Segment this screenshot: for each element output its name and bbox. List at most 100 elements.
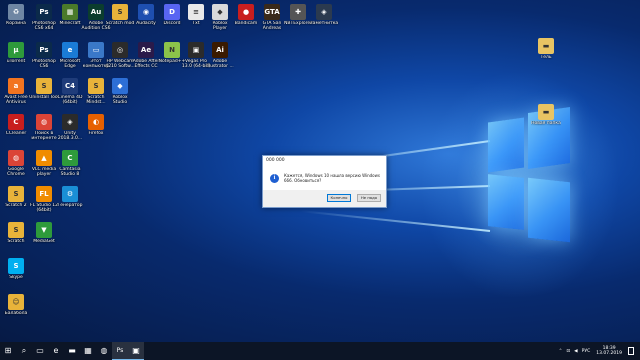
desktop-icon-label: Тель [540, 55, 552, 60]
edge-icon: e [62, 42, 78, 58]
desktop-icon[interactable]: ◐ Firefox [81, 112, 111, 150]
photoshop-taskbar-icon[interactable]: Ps [112, 342, 128, 360]
minecraft-icon: ▦ [62, 4, 78, 20]
desktop-icon[interactable]: ▼ MediaGet [29, 220, 59, 258]
chrome-taskbar-icon[interactable]: ◍ [96, 342, 112, 360]
start-icon[interactable]: ⊞ [0, 342, 16, 360]
flstudio-icon: FL [36, 186, 52, 202]
desktop-icon[interactable]: S Scratch [1, 220, 31, 258]
chrome-search-icon: ◍ [36, 114, 52, 130]
desktop-icon-label: Roblox Studio [112, 95, 128, 105]
file-explorer-icon[interactable]: ▬ [64, 342, 80, 360]
windows-logo-pane [528, 177, 570, 243]
desktop-icon[interactable]: a Avast Free Antivirus [1, 76, 31, 114]
unity-icon: ◈ [316, 4, 332, 20]
desktop-icon[interactable]: ◍ Google Chrome [1, 148, 31, 186]
chrome-icon: ◍ [8, 150, 24, 166]
desktop-icon[interactable]: µ uTorrent [1, 40, 31, 78]
gta-icon: GTA [264, 4, 280, 20]
desktop-icon[interactable]: ⚙ Генератор [55, 184, 85, 222]
dialog-title: 000 000 [263, 156, 386, 165]
desktop-icon[interactable]: S Skype [1, 256, 31, 294]
search-icon[interactable]: ⌕ [16, 342, 32, 360]
windows-logo-pane [488, 117, 524, 173]
desktop-icon-label: Camtasia Studio 8 [59, 167, 81, 177]
ccleaner-icon: C [8, 114, 24, 130]
update-dialog[interactable]: 000 000 i Кажется, Windows 10 нашла верс… [262, 155, 387, 208]
mediaget-icon: ▼ [36, 222, 52, 238]
desktop-icon[interactable]: ♻ Корзина [1, 2, 31, 40]
notification-icon[interactable] [628, 347, 634, 355]
cinema4d-icon: C4 [62, 78, 78, 94]
webcam-icon: ◎ [112, 42, 128, 58]
scratch-icon: S [8, 186, 24, 202]
photoshop-icon: Ps [36, 4, 52, 20]
desktop-icon[interactable]: ▬ Новая папка [531, 102, 561, 140]
vlc-icon: ▲ [36, 150, 52, 166]
desktop-icon[interactable]: ▬ Тель [531, 36, 561, 74]
language-indicator[interactable]: РУС [582, 349, 591, 354]
taskbar: ⊞ ⌕ ▭ e ▬ ▦ ◍ Ps ▣ ⌃ ⊡ ◀ РУС 18:39 13.07.2019 [0, 342, 640, 360]
desktop-icon-label: Firefox [88, 131, 104, 136]
firefox-icon: ◐ [88, 114, 104, 130]
desktop-icon-label: Генератор [57, 203, 83, 208]
desktop-icon-label: Новая папка [531, 121, 561, 126]
desktop-icon-label: Skype [9, 275, 23, 280]
generator-icon: ⚙ [62, 186, 78, 202]
text-file-icon: ≡ [188, 4, 204, 20]
roblox-icon: ◆ [212, 4, 228, 20]
clock-date: 13.07.2019 [596, 351, 622, 356]
desktop-icon[interactable]: C CCleaner [1, 112, 31, 150]
roblox-studio-icon: ◆ [112, 78, 128, 94]
dialog-message: Кажется, Windows 10 нашла версию Windows… [284, 173, 380, 183]
store-icon[interactable]: ▦ [80, 342, 96, 360]
system-tray: ⌃ ⊡ ◀ РУС 18:39 13.07.2019 [557, 342, 640, 360]
task-view-icon[interactable]: ▭ [32, 342, 48, 360]
desktop-icon-label: Avast Free Antivirus [4, 95, 28, 105]
scratch-icon: S [8, 222, 24, 238]
unity-icon: ◈ [62, 114, 78, 130]
desktop-icon-label: Scratch [7, 239, 25, 244]
scratch-mod-icon: S [112, 4, 128, 20]
show-hidden-icons-icon[interactable]: ⌃ [559, 349, 563, 354]
camtasia-icon: C [62, 150, 78, 166]
desktop-icon[interactable]: ◈ Заметнитка [309, 2, 339, 40]
desktop-icon[interactable]: Ai Adobe Illustrator ... [205, 40, 235, 78]
desktop-icon-label: Заметнитка [309, 21, 339, 26]
dialog-button-row: Конечно Не надо [263, 190, 386, 207]
bandicam-icon: ● [238, 4, 254, 20]
clock[interactable]: 18:39 13.07.2019 [594, 346, 624, 356]
skype-icon: S [8, 258, 24, 274]
uninstall-icon: S [36, 78, 52, 94]
desktop-icon-label: Балабола [4, 311, 28, 316]
after-effects-icon: Ae [138, 42, 154, 58]
desktop[interactable]: ♻ Корзина Ps Photoshop CS6 x64 ▦ Minecraft Au A… [0, 0, 640, 342]
photoshop-icon: Ps [36, 42, 52, 58]
computer-icon: ▭ [88, 42, 104, 58]
desktop-icon[interactable]: ◆ Roblox Studio [105, 76, 135, 114]
scratch-icon: S [88, 78, 104, 94]
network-icon[interactable]: ⊡ [566, 349, 570, 354]
desktop-icon[interactable]: C Camtasia Studio 8 [55, 148, 85, 186]
desktop-icon-label: Google Chrome [7, 167, 25, 177]
windows-logo-pane [488, 174, 524, 230]
confirm-button[interactable]: Конечно [327, 194, 351, 202]
folder-icon: ▬ [538, 38, 554, 54]
avast-icon: a [8, 78, 24, 94]
desktop-icon-label: Adobe Illustrator ... [206, 59, 234, 69]
decline-button[interactable]: Не надо [357, 194, 381, 202]
desktop-icon-label: uTorrent [6, 59, 26, 64]
desktop-icon[interactable]: ☺ Балабола [1, 292, 31, 330]
nbtexplorer-icon: ✚ [290, 4, 306, 20]
balabolka-icon: ☺ [8, 294, 24, 310]
desktop-icon[interactable]: S Scratch 2 [1, 184, 31, 222]
desktop-icon-label: MediaGet [33, 239, 55, 244]
utorrent-icon: µ [8, 42, 24, 58]
folder-icon: ▬ [538, 104, 554, 120]
info-icon: i [270, 174, 279, 183]
volume-icon[interactable]: ◀ [574, 349, 577, 354]
edge-taskbar-icon[interactable]: e [48, 342, 64, 360]
audition-icon: Au [88, 4, 104, 20]
audacity-icon: ◉ [138, 4, 154, 20]
app-taskbar-icon[interactable]: ▣ [128, 342, 144, 360]
